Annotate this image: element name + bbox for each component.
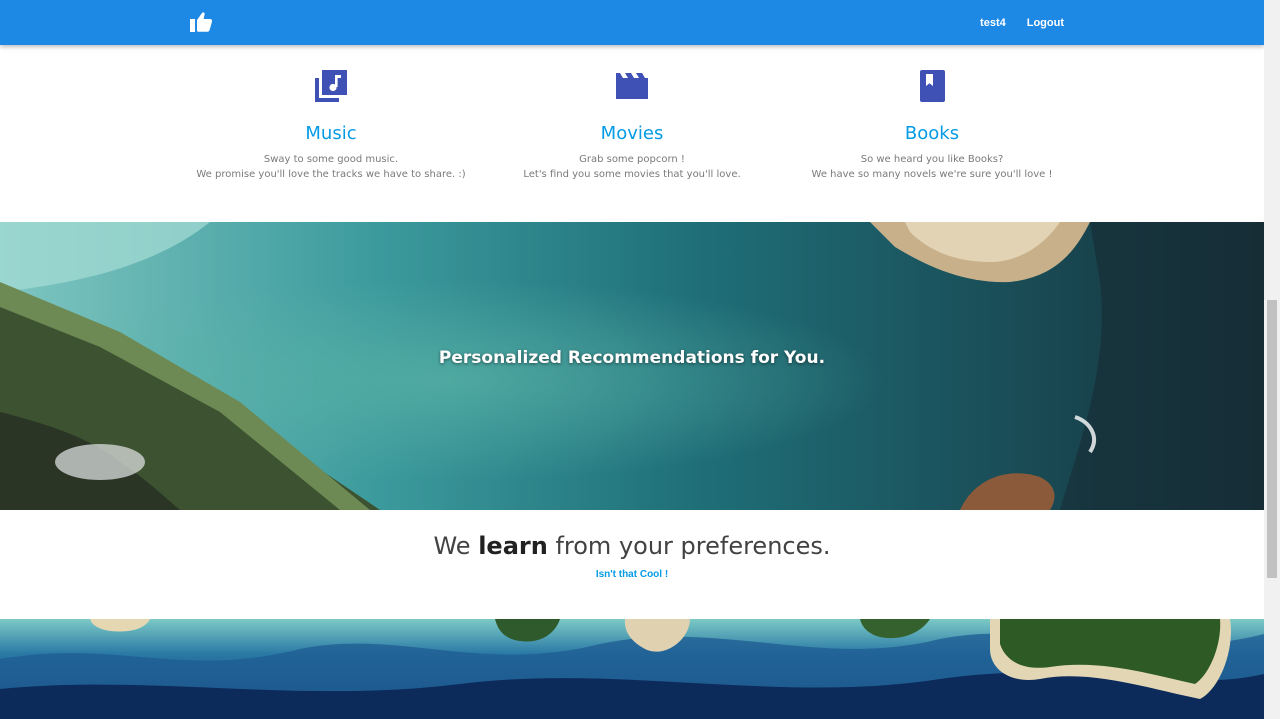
feature-books: Books So we heard you like Books? We hav… xyxy=(782,69,1082,182)
logout-link[interactable]: Logout xyxy=(1027,17,1064,29)
cool-link[interactable]: Isn't that Cool ! xyxy=(596,569,668,580)
feature-music: Music Sway to some good music. We promis… xyxy=(181,69,481,182)
feature-description: So we heard you like Books? We have so m… xyxy=(811,154,1053,180)
tagline-section: We learn from your preferences. Isn't th… xyxy=(0,510,1264,619)
feature-title: Movies xyxy=(600,123,664,144)
feature-description: Sway to some good music. We promise you'… xyxy=(196,154,466,180)
movie-clapper-icon xyxy=(616,73,648,99)
feature-movies: Movies Grab some popcorn ! Let's find yo… xyxy=(482,69,782,182)
music-library-icon xyxy=(315,70,347,102)
aerial-islands-image xyxy=(0,619,1264,719)
page: test4 Logout Music Sway to some good mus… xyxy=(0,0,1264,719)
parallax-banner: Personalized Recommendations for You. xyxy=(0,222,1264,510)
parallax-banner-2 xyxy=(0,619,1264,719)
nav-links: test4 Logout xyxy=(980,0,1064,45)
feature-description: Grab some popcorn ! Let's find you some … xyxy=(523,154,741,180)
user-link[interactable]: test4 xyxy=(980,17,1006,29)
feature-title: Music xyxy=(305,123,357,144)
feature-title: Books xyxy=(904,123,960,144)
tagline-emphasis: learn xyxy=(478,532,548,560)
book-icon xyxy=(920,70,945,102)
tagline: We learn from your preferences. xyxy=(433,532,831,560)
page-scrollbar[interactable] xyxy=(1264,0,1280,719)
banner-title: Personalized Recommendations for You. xyxy=(438,348,826,368)
scrollbar-thumb[interactable] xyxy=(1267,300,1277,578)
top-navbar: test4 Logout xyxy=(0,0,1264,45)
features-section: Music Sway to some good music. We promis… xyxy=(0,45,1264,222)
thumbs-up-logo-icon[interactable] xyxy=(189,11,213,33)
